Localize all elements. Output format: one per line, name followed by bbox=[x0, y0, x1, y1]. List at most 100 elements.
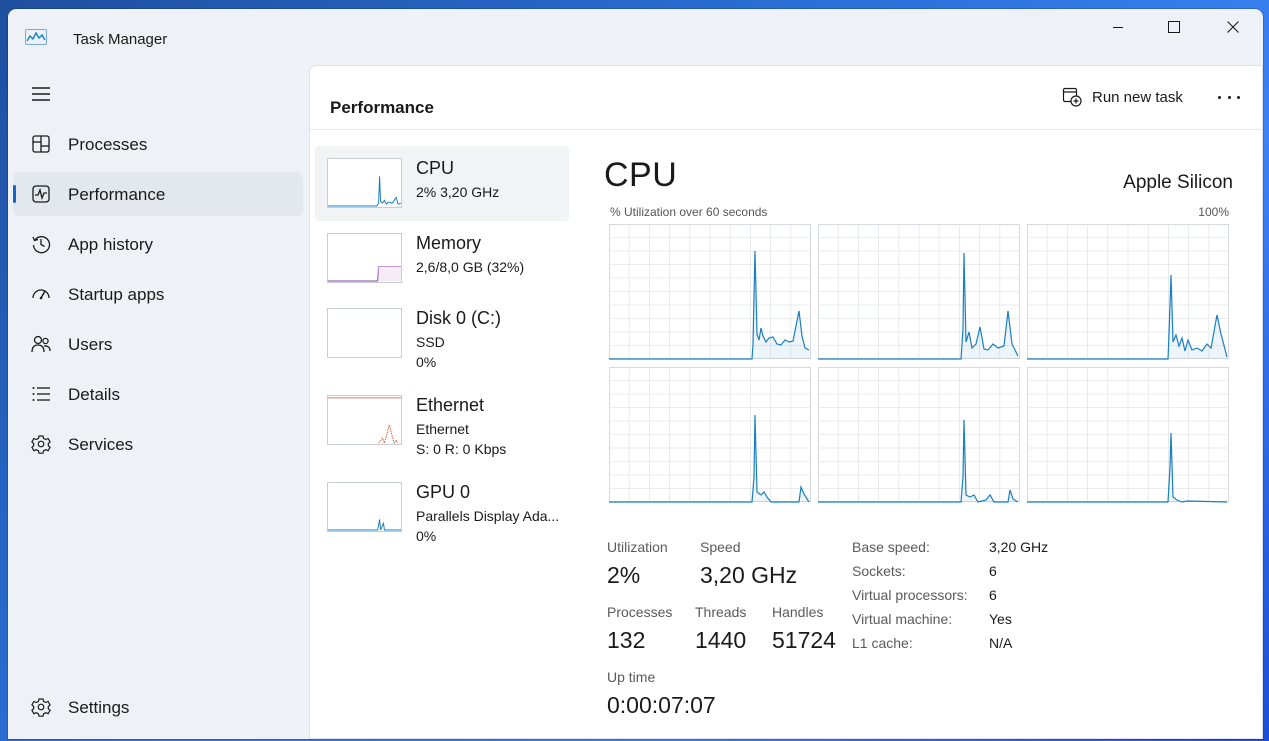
virtual-machine-value: Yes bbox=[989, 611, 1012, 627]
cpu-core-graph bbox=[1027, 224, 1229, 360]
detail-title: CPU bbox=[604, 156, 678, 194]
graph-max-label: 100% bbox=[1198, 205, 1229, 219]
task-manager-app-icon bbox=[25, 29, 47, 45]
title-bar: Task Manager bbox=[8, 9, 1263, 59]
resource-item-memory[interactable]: Memory 2,6/8,0 GB (32%) bbox=[315, 221, 569, 296]
processes-icon bbox=[32, 135, 50, 153]
resource-detail: Ethernet bbox=[416, 421, 469, 437]
app-title: Task Manager bbox=[73, 31, 168, 48]
nav-label-performance: Performance bbox=[68, 185, 166, 204]
more-dot-icon bbox=[1227, 95, 1231, 99]
resource-item-disk[interactable]: Disk 0 (C:) SSD 0% bbox=[315, 296, 569, 371]
resource-item-ethernet[interactable]: Ethernet Ethernet S: 0 R: 0 Kbps bbox=[315, 383, 569, 458]
cpu-core-graph bbox=[609, 224, 811, 360]
sockets-value: 6 bbox=[989, 563, 997, 579]
resource-name: GPU 0 bbox=[416, 482, 471, 502]
run-new-task-label: Run new task bbox=[1092, 88, 1183, 106]
utilization-value: 2% bbox=[607, 562, 641, 588]
speed-value: 3,20 GHz bbox=[700, 562, 798, 588]
handles-label: Handles bbox=[772, 604, 824, 620]
navigation-pane: Processes Performance App history Startu… bbox=[8, 69, 308, 739]
run-new-task-button[interactable]: Run new task bbox=[1062, 86, 1183, 108]
resource-detail: Parallels Display Ada... bbox=[416, 508, 560, 524]
memory-thumbnail-graph bbox=[327, 233, 402, 283]
nav-startup-apps[interactable]: Startup apps bbox=[13, 272, 303, 316]
graph-caption: % Utilization over 60 seconds bbox=[610, 205, 768, 219]
sockets-label: Sockets: bbox=[852, 563, 906, 579]
nav-details[interactable]: Details bbox=[13, 372, 303, 416]
more-options-button[interactable] bbox=[1214, 90, 1244, 104]
ethernet-thumbnail-graph bbox=[327, 395, 402, 445]
virtual-processors-value: 6 bbox=[989, 587, 997, 603]
task-manager-window: Task Manager Processes Performance App h… bbox=[8, 9, 1263, 739]
disk-thumbnail-graph bbox=[327, 308, 402, 358]
resource-name: Disk 0 (C:) bbox=[416, 308, 501, 328]
base-speed-value: 3,20 GHz bbox=[989, 539, 1049, 555]
hamburger-icon bbox=[32, 87, 50, 101]
startup-apps-icon bbox=[32, 289, 50, 300]
nav-processes[interactable]: Processes bbox=[13, 122, 303, 166]
uptime-label: Up time bbox=[607, 669, 656, 685]
nav-label-services: Services bbox=[68, 435, 134, 454]
cpu-core-graph bbox=[818, 367, 1020, 503]
utilization-label: Utilization bbox=[607, 539, 668, 555]
nav-label-details: Details bbox=[68, 385, 120, 404]
resource-detail: 0% bbox=[416, 528, 437, 544]
nav-label-users: Users bbox=[68, 335, 113, 354]
l1-cache-value: N/A bbox=[989, 635, 1013, 651]
resource-name: Ethernet bbox=[416, 395, 485, 415]
cpu-core-graph bbox=[818, 224, 1020, 360]
resource-detail: S: 0 R: 0 Kbps bbox=[416, 441, 507, 457]
gpu-thumbnail-graph bbox=[327, 482, 402, 532]
threads-value: 1440 bbox=[695, 627, 747, 653]
nav-app-history[interactable]: App history bbox=[13, 222, 303, 266]
nav-label-startup-apps: Startup apps bbox=[68, 285, 165, 304]
resource-detail: 0% bbox=[416, 354, 437, 370]
services-icon bbox=[31, 435, 51, 454]
nav-users[interactable]: Users bbox=[13, 322, 303, 366]
more-dot-icon bbox=[1237, 95, 1240, 99]
close-button[interactable] bbox=[1204, 9, 1262, 45]
users-icon bbox=[31, 335, 51, 353]
performance-icon bbox=[32, 185, 50, 203]
nav-label-processes: Processes bbox=[68, 135, 148, 154]
performance-content: Performance Run new task CPU 2% 3,20 GHz… bbox=[309, 65, 1263, 739]
run-new-task-icon bbox=[1062, 87, 1082, 107]
uptime-value: 0:00:07:07 bbox=[607, 692, 716, 718]
nav-label-settings: Settings bbox=[68, 698, 130, 717]
page-title: Performance bbox=[330, 98, 434, 117]
app-history-icon bbox=[32, 236, 51, 254]
minimize-icon bbox=[1113, 27, 1123, 28]
details-icon bbox=[32, 387, 50, 401]
resource-name: Memory bbox=[416, 233, 482, 253]
header-divider bbox=[310, 129, 1262, 130]
resource-detail: 2% 3,20 GHz bbox=[416, 184, 500, 200]
resource-name: CPU bbox=[416, 158, 455, 178]
maximize-icon bbox=[1168, 21, 1180, 33]
handles-value: 51724 bbox=[772, 627, 836, 653]
nav-services[interactable]: Services bbox=[13, 422, 303, 466]
resource-item-gpu[interactable]: GPU 0 Parallels Display Ada... 0% bbox=[315, 470, 569, 545]
nav-performance[interactable]: Performance bbox=[13, 172, 303, 216]
cpu-core-graph bbox=[1027, 367, 1229, 503]
cpu-thumbnail-graph bbox=[327, 158, 402, 208]
nav-settings[interactable]: Settings bbox=[13, 685, 303, 729]
virtual-processors-label: Virtual processors: bbox=[852, 587, 968, 603]
cpu-model: Apple Silicon bbox=[1123, 172, 1233, 193]
hamburger-menu-button[interactable] bbox=[13, 72, 63, 116]
virtual-machine-label: Virtual machine: bbox=[852, 611, 953, 627]
resource-item-cpu[interactable]: CPU 2% 3,20 GHz bbox=[315, 146, 569, 221]
speed-label: Speed bbox=[700, 539, 741, 555]
base-speed-label: Base speed: bbox=[852, 539, 930, 555]
threads-label: Threads bbox=[695, 604, 747, 620]
resource-detail: SSD bbox=[416, 334, 445, 350]
processes-value: 132 bbox=[607, 627, 646, 653]
close-icon bbox=[1227, 21, 1239, 33]
l1-cache-label: L1 cache: bbox=[852, 635, 913, 651]
maximize-button[interactable] bbox=[1145, 9, 1203, 45]
minimize-button[interactable] bbox=[1089, 9, 1147, 45]
cpu-core-graph bbox=[609, 367, 811, 503]
resource-detail: 2,6/8,0 GB (32%) bbox=[416, 259, 525, 275]
more-dot-icon bbox=[1218, 95, 1221, 99]
processes-label: Processes bbox=[607, 604, 673, 620]
